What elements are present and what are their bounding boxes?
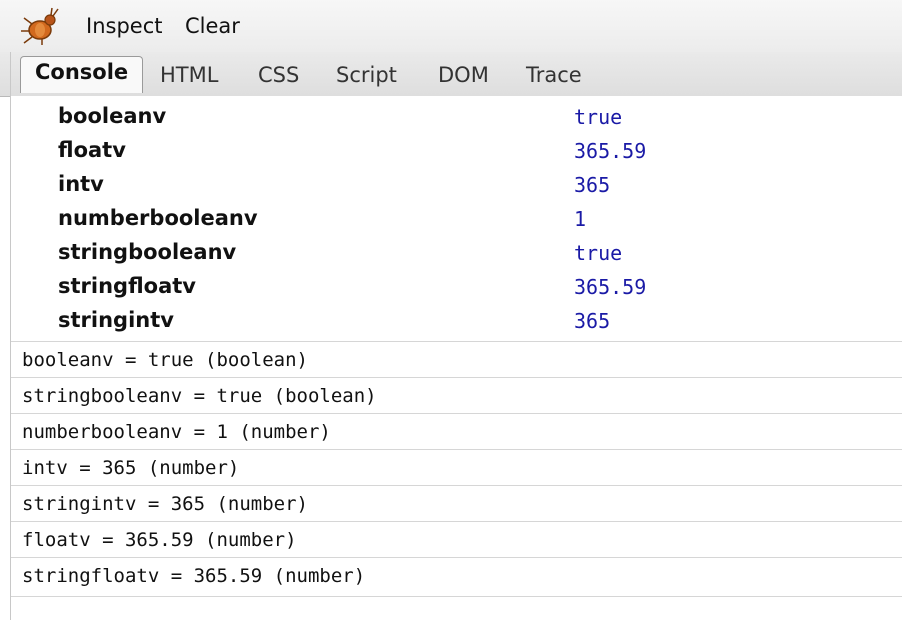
log-text: stringfloatv = 365.59 (number) bbox=[22, 565, 366, 587]
property-row[interactable]: floatv 365.59 bbox=[10, 134, 902, 168]
property-value: 365.59 bbox=[574, 139, 647, 163]
log-entry[interactable]: stringfloatv = 365.59 (number) bbox=[10, 557, 902, 593]
panel-left-border bbox=[10, 52, 11, 620]
log-entry[interactable]: stringbooleanv = true (boolean) bbox=[10, 377, 902, 413]
object-property-list: booleanv true floatv 365.59 intv 365 num… bbox=[10, 96, 902, 340]
tab-trace[interactable]: Trace bbox=[512, 60, 596, 92]
log-text: numberbooleanv = 1 (number) bbox=[22, 421, 331, 443]
property-name: stringfloatv bbox=[58, 274, 196, 298]
tab-html[interactable]: HTML bbox=[146, 60, 232, 92]
tab-dom[interactable]: DOM bbox=[424, 60, 503, 92]
property-value: true bbox=[574, 105, 623, 129]
clear-button[interactable]: Clear bbox=[185, 14, 240, 38]
property-value: 1 bbox=[574, 207, 587, 231]
property-name: stringintv bbox=[58, 308, 174, 332]
property-value: true bbox=[574, 241, 623, 265]
property-value: 365.59 bbox=[574, 275, 647, 299]
log-entry[interactable]: floatv = 365.59 (number) bbox=[10, 521, 902, 557]
property-name: stringbooleanv bbox=[58, 240, 237, 264]
panel-tabs: Console HTML CSS Script DOM Trace bbox=[0, 52, 902, 97]
property-row[interactable]: numberbooleanv 1 bbox=[10, 202, 902, 236]
log-entry[interactable]: stringintv = 365 (number) bbox=[10, 485, 902, 521]
property-name: numberbooleanv bbox=[58, 206, 258, 230]
property-row[interactable]: booleanv true bbox=[10, 100, 902, 134]
log-text: floatv = 365.59 (number) bbox=[22, 529, 297, 551]
log-text: stringintv = 365 (number) bbox=[22, 493, 308, 515]
log-entry[interactable]: booleanv = true (boolean) bbox=[10, 341, 902, 377]
property-value: 365 bbox=[574, 173, 611, 197]
property-value: 365 bbox=[574, 309, 611, 333]
log-text: intv = 365 (number) bbox=[22, 457, 240, 479]
log-text: stringbooleanv = true (boolean) bbox=[22, 385, 377, 407]
log-entry[interactable]: intv = 365 (number) bbox=[10, 449, 902, 485]
firebug-icon[interactable] bbox=[18, 6, 62, 46]
log-entry[interactable]: numberbooleanv = 1 (number) bbox=[10, 413, 902, 449]
property-name: floatv bbox=[58, 138, 126, 162]
property-name: intv bbox=[58, 172, 104, 196]
inspect-button[interactable]: Inspect bbox=[86, 14, 162, 38]
property-row[interactable]: stringfloatv 365.59 bbox=[10, 270, 902, 304]
property-row[interactable]: intv 365 bbox=[10, 168, 902, 202]
tab-script[interactable]: Script bbox=[322, 60, 411, 92]
tab-css[interactable]: CSS bbox=[244, 60, 313, 92]
command-line[interactable] bbox=[10, 596, 902, 621]
tab-console[interactable]: Console bbox=[20, 56, 144, 93]
toolbar: Inspect Clear bbox=[0, 0, 902, 53]
property-row[interactable]: stringintv 365 bbox=[10, 304, 902, 338]
property-row[interactable]: stringbooleanv true bbox=[10, 236, 902, 270]
log-text: booleanv = true (boolean) bbox=[22, 349, 308, 371]
property-name: booleanv bbox=[58, 104, 167, 128]
